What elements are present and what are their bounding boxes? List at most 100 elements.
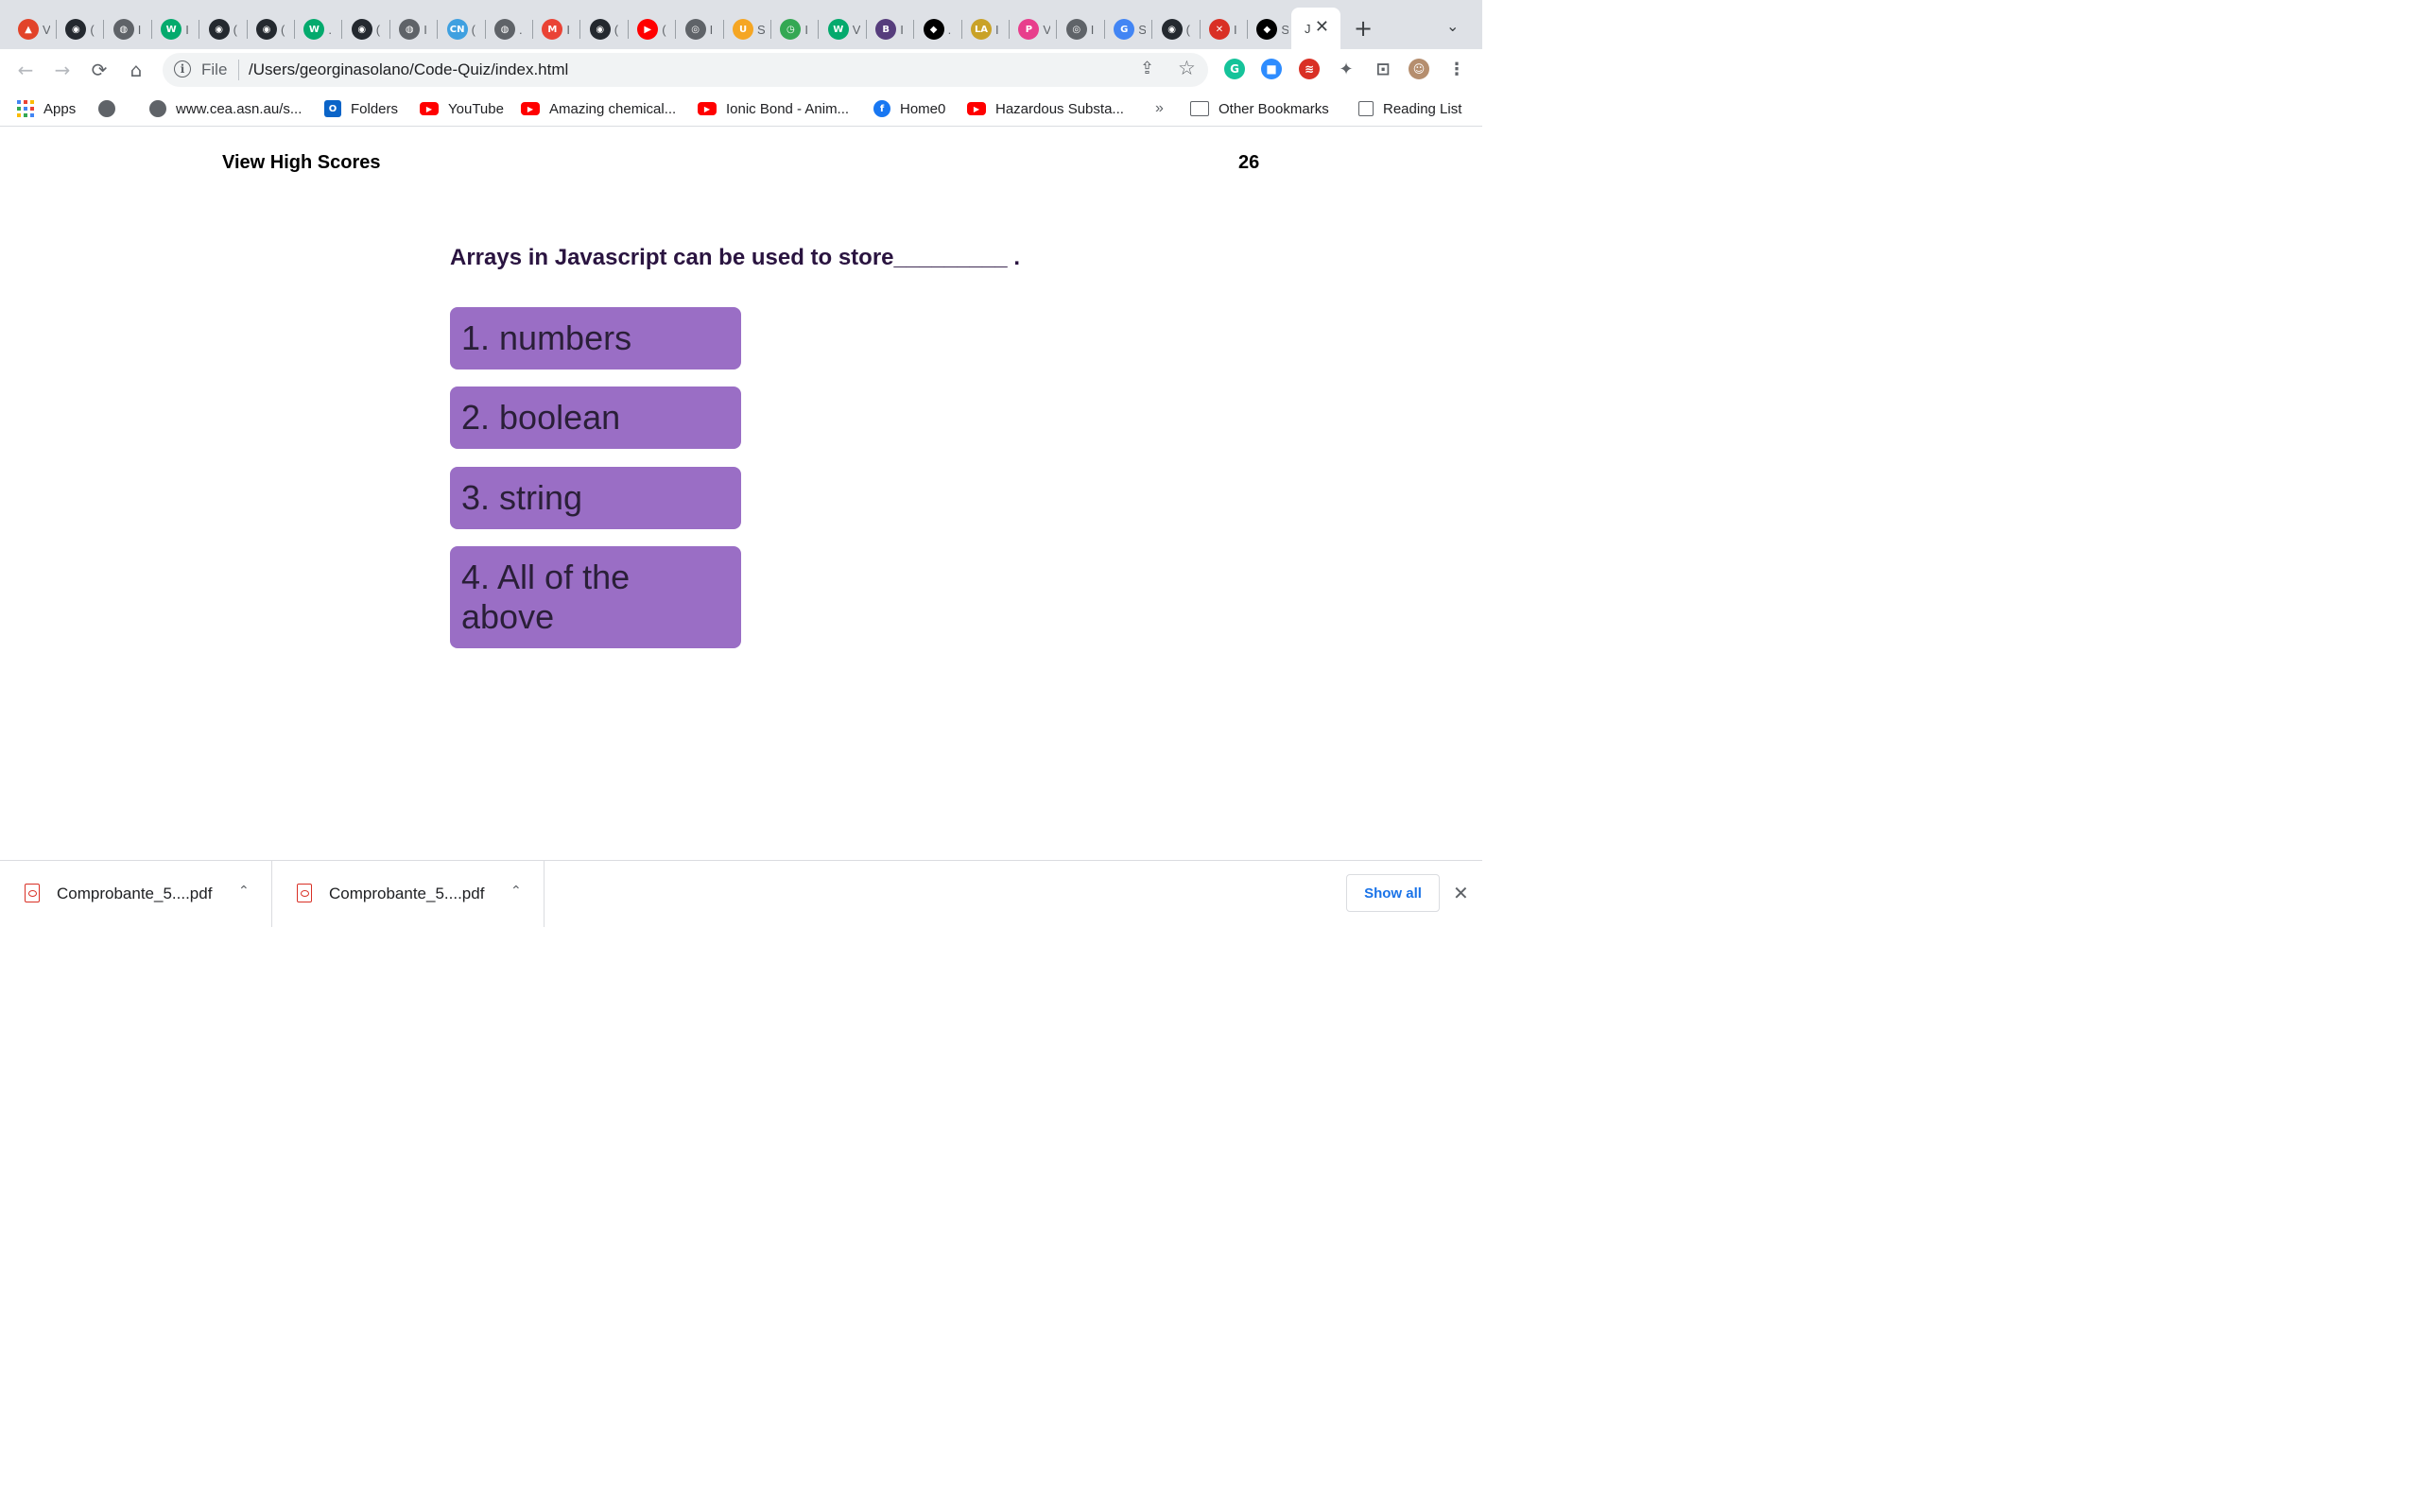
bookmark-star-icon[interactable]: ☆ [1178,57,1196,79]
bookmarks-overflow-button[interactable]: » [1155,98,1164,119]
bookmark-globe[interactable] [98,98,125,119]
bookmark-home0[interactable]: f Home0 [873,98,945,119]
globe-icon: ◍ [399,19,421,40]
chevron-up-icon[interactable]: ⌃ [510,884,522,899]
forward-button[interactable]: → [49,57,76,83]
active-tab[interactable]: J ✕ [1291,8,1340,49]
browser-tab[interactable]: ◎ I [677,9,724,49]
browser-toolbar: ← → ⟳ ⌂ i File /Users/georginasolano/Cod… [0,49,1482,91]
browser-tab[interactable]: GS [1105,9,1153,49]
other-bookmarks-folder[interactable]: Other Bookmarks [1190,98,1329,119]
choice-button-1[interactable]: 1. numbers [450,307,741,369]
bookmark-folders[interactable]: O Folders [324,98,398,119]
github-icon: ◉ [351,19,372,40]
bookmark-label: Ionic Bond - Anim... [726,100,850,117]
puzzle-icon[interactable]: ✦ [1336,59,1357,79]
github-icon: ◉ [65,19,87,40]
tab-title: . [947,22,952,37]
browser-tab[interactable]: LA I [962,9,1010,49]
browser-tab[interactable]: ◉( [581,9,629,49]
chrome-icon: ◎ [1065,19,1087,40]
youtube-icon: ▶ [967,102,986,115]
reading-list-label: Reading List [1383,100,1462,117]
choice-button-4[interactable]: 4. All of the above [450,546,741,648]
browser-tab[interactable]: ◉( [1153,9,1201,49]
chevron-up-icon[interactable]: ⌃ [238,884,250,899]
tab-title: ( [471,22,475,37]
question-text: Arrays in Javascript can be used to stor… [450,245,1020,270]
browser-tab[interactable]: US [724,9,771,49]
reading-list[interactable]: Reading List [1358,98,1461,119]
bookmark-youtube[interactable]: ▶ YouTube [420,98,504,119]
site-info-icon[interactable]: i [174,60,191,77]
bookmark-cea[interactable]: www.cea.asn.au/s... [149,98,302,119]
bookmark-label: www.cea.asn.au/s... [176,100,302,117]
new-tab-button[interactable]: + [1354,15,1373,42]
youtube-icon: ▶ [637,19,659,40]
browser-tab[interactable]: ◉( [57,9,105,49]
bookmark-ionic-bond[interactable]: ▶ Ionic Bond - Anim... [698,98,849,119]
browser-tab[interactable]: ◆ S [1248,9,1296,49]
browser-tab[interactable]: WI [152,9,200,49]
bookmark-apps[interactable]: Apps [17,98,76,119]
browser-tab[interactable]: ◷ I [771,9,820,49]
view-high-scores-link[interactable]: View High Scores [222,152,380,174]
choice-button-2[interactable]: 2. boolean [450,387,741,449]
tab-title: . [519,22,523,37]
browser-tab[interactable]: ◍ I [390,9,439,49]
browser-tab[interactable]: ▶( [629,9,677,49]
browser-tab[interactable]: MI [533,9,581,49]
grammarly-icon[interactable]: G [1224,59,1245,79]
downloads-shelf: Comprobante_5....pdf ⌃ Comprobante_5....… [0,860,1482,927]
codepen-icon: ◆ [1256,19,1278,40]
github-icon: ◉ [208,19,230,40]
browser-tab[interactable]: ◉( [200,9,248,49]
browser-tab[interactable]: W. [295,9,343,49]
browser-tab[interactable]: ◉( [343,9,390,49]
extension-badge-icon[interactable]: ≋ [1299,59,1320,79]
tab-title: I [185,22,189,37]
browser-tab[interactable]: ▲ V [9,9,57,49]
browser-tab[interactable]: WV [820,9,867,49]
bookmark-label: Hazardous Substa... [995,100,1124,117]
download-item[interactable]: Comprobante_5....pdf ⌃ [272,861,544,927]
reload-button[interactable]: ⟳ [86,57,112,83]
share-icon[interactable]: ⇪ [1140,59,1154,78]
browser-tab[interactable]: ◍. [486,9,533,49]
tab-title: ( [662,22,666,37]
close-shelf-icon[interactable]: ✕ [1453,882,1469,904]
profile-avatar-icon[interactable]: ☺ [1409,59,1429,79]
zoom-icon[interactable]: ■ [1261,59,1282,79]
browser-tab[interactable]: ◉( [248,9,295,49]
show-all-downloads-button[interactable]: Show all [1346,874,1440,912]
other-bookmarks-label: Other Bookmarks [1219,100,1329,117]
tab-search-icon[interactable]: ⌄ [1446,17,1459,35]
cast-icon[interactable]: ⊡ [1373,59,1393,79]
browser-tab[interactable]: CN( [439,9,486,49]
back-button[interactable]: ← [12,57,39,83]
close-tab-icon[interactable]: ✕ [1315,17,1329,37]
home-button[interactable]: ⌂ [123,57,149,83]
address-bar[interactable]: i File /Users/georginasolano/Code-Quiz/i… [163,53,1208,87]
browser-tab[interactable]: ◎ I [1058,9,1105,49]
browser-tab[interactable]: ◍ I [105,9,152,49]
browser-tab[interactable]: ◆. [915,9,962,49]
google-icon: G [1114,19,1135,40]
cn-icon: CN [446,19,468,40]
browser-tab[interactable]: BI [867,9,915,49]
bookmark-amazing-chemical[interactable]: ▶ Amazing chemical... [521,98,676,119]
youtube-icon: ▶ [420,102,439,115]
globe-icon [149,100,166,117]
browser-tab[interactable]: ✕ I [1201,9,1248,49]
choice-button-3[interactable]: 3. string [450,467,741,529]
bookmark-label: Apps [43,100,77,117]
download-filename: Comprobante_5....pdf [57,885,213,902]
download-item[interactable]: Comprobante_5....pdf ⌃ [0,861,272,927]
menu-kebab-icon[interactable]: ⋮ [1446,59,1467,79]
gmail-icon: M [542,19,563,40]
bookmark-hazardous[interactable]: ▶ Hazardous Substa... [967,98,1124,119]
url-text[interactable]: /Users/georginasolano/Code-Quiz/index.ht… [249,60,568,79]
browser-tab[interactable]: PV [1010,9,1058,49]
download-filename: Comprobante_5....pdf [329,885,485,902]
gitlab-icon: ▲ [18,19,39,40]
